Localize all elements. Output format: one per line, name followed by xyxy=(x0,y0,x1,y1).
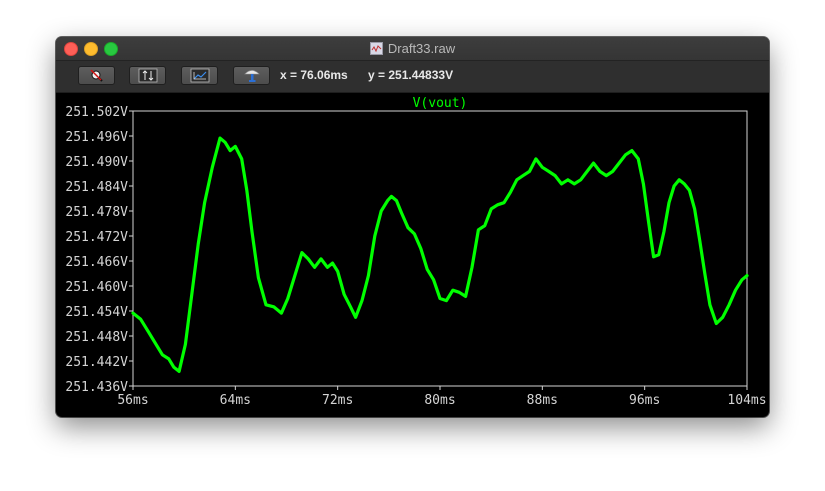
toolbar: x = 76.06ms y = 251.44833V xyxy=(56,61,769,93)
y-tick-label: 251.472V xyxy=(65,230,128,245)
y-tick-label: 251.502V xyxy=(65,105,128,120)
window-title: Draft33.raw xyxy=(56,37,769,60)
y-tick-label: 251.466V xyxy=(65,255,128,270)
x-tick-label: 64ms xyxy=(220,393,251,408)
plot-frame xyxy=(132,110,748,387)
x-cursor-readout: x = 76.06ms xyxy=(280,68,348,82)
vout-trace-line xyxy=(131,136,749,373)
y-cursor-readout: y = 251.44833V xyxy=(368,68,454,82)
autorange-y-icon xyxy=(138,68,157,83)
x-tick-label: 72ms xyxy=(322,393,353,408)
waveform-viewer-window: Draft33.raw x = 76.06ms y = 251.44833V V… xyxy=(56,37,769,417)
y-tick-label: 251.484V xyxy=(65,180,128,195)
x-tick-label: 88ms xyxy=(527,393,558,408)
y-tick-label: 251.490V xyxy=(65,155,128,170)
x-tick-label: 80ms xyxy=(424,393,455,408)
y-tick-label: 251.454V xyxy=(65,305,128,320)
x-tick-label: 96ms xyxy=(629,393,660,408)
probe-icon xyxy=(243,70,260,82)
y-tick-label: 251.496V xyxy=(65,130,128,145)
y-tick-label: 251.478V xyxy=(65,205,128,220)
zoom-full-button[interactable] xyxy=(78,66,115,85)
zoom-back-button[interactable] xyxy=(181,66,218,85)
x-tick-label: 56ms xyxy=(117,393,148,408)
probe-button[interactable] xyxy=(233,66,270,85)
zoom-back-icon xyxy=(190,68,209,83)
y-tick-label: 251.448V xyxy=(65,330,128,345)
autorange-y-button[interactable] xyxy=(129,66,166,85)
chart-title: V(vout) xyxy=(413,96,468,111)
waveform-document-icon xyxy=(369,42,383,55)
title-bar[interactable]: Draft33.raw xyxy=(56,37,769,61)
window-title-text: Draft33.raw xyxy=(387,41,456,56)
y-tick-label: 251.442V xyxy=(65,355,128,370)
plot-pane[interactable]: V(vout) 251.502V 251.496V 251.490V 251.484V 2… xyxy=(56,93,769,417)
y-tick-label: 251.460V xyxy=(65,280,128,295)
zoom-full-icon xyxy=(89,68,103,82)
x-tick-label: 104ms xyxy=(727,393,766,408)
waveform-chart[interactable]: V(vout) 251.502V 251.496V 251.490V 251.484V 2… xyxy=(56,93,769,417)
